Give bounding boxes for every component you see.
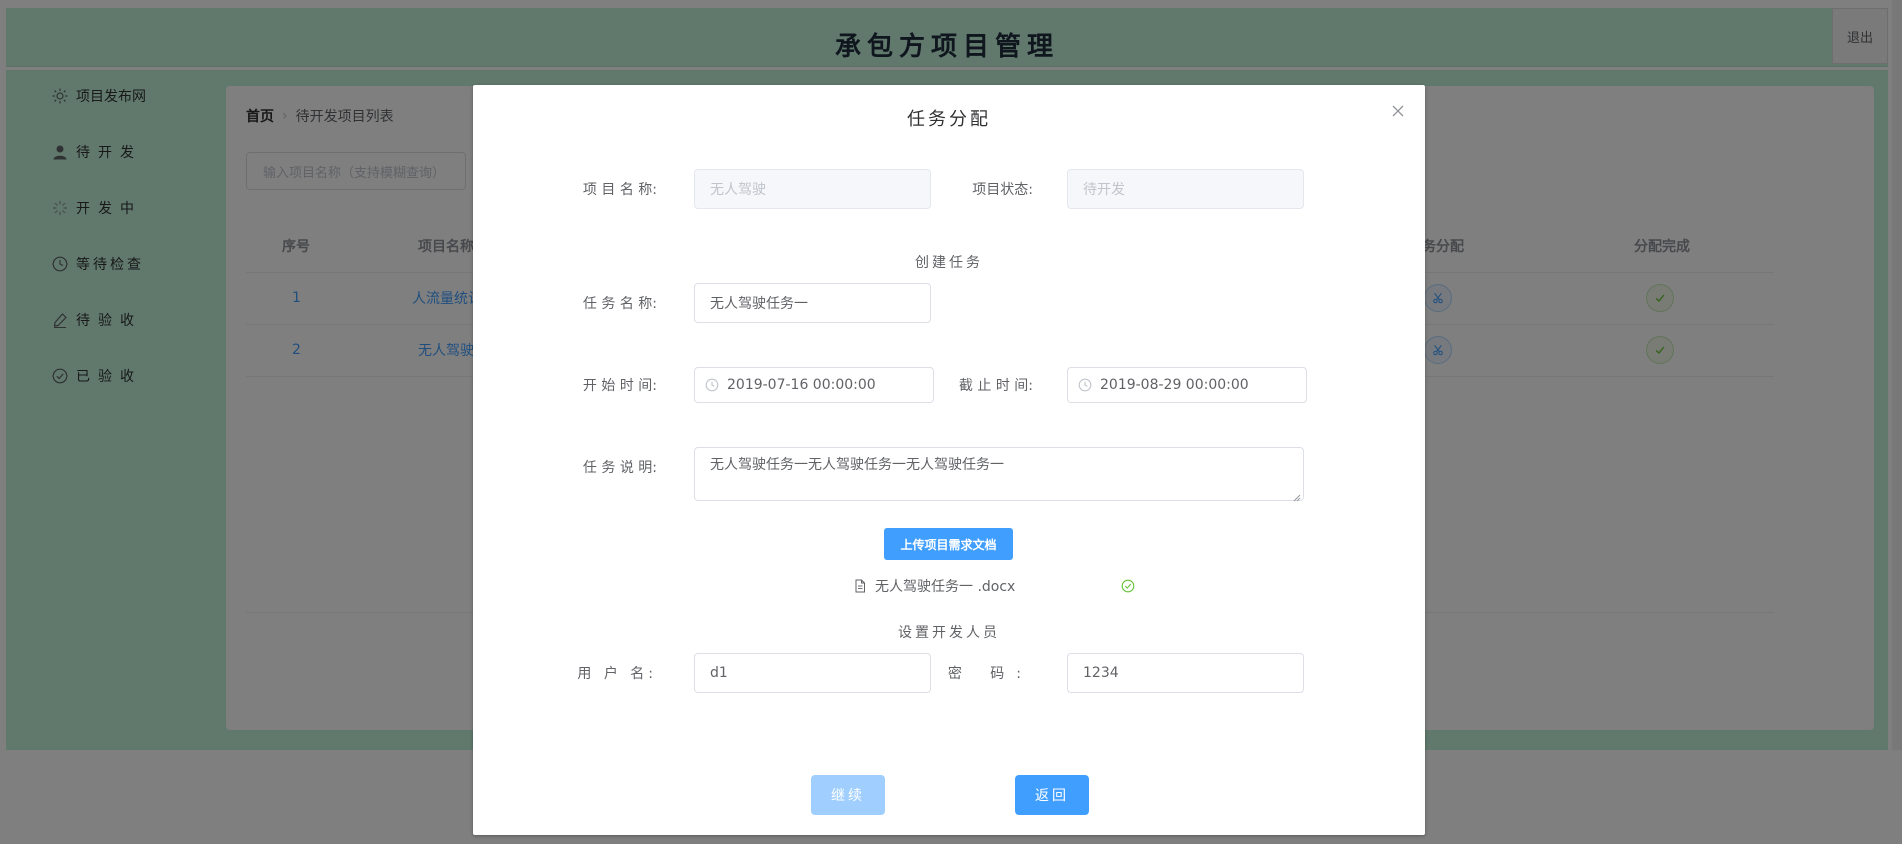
continue-button[interactable]: 继续 [811,775,885,815]
username-label: 用 户 名: [577,666,657,682]
developer-title: 设置开发人员 [898,625,1000,641]
project-status-field: 待开发 [1067,169,1304,209]
task-name-input[interactable]: 无人驾驶任务一 [694,283,931,323]
clock-icon [705,378,719,392]
start-time-label: 开 始 时 间: [582,378,657,394]
file-name: 无人驾驶任务一 .docx [875,579,1016,595]
create-task-title: 创建任务 [915,255,983,271]
task-desc-value: 无人驾驶任务一无人驾驶任务一无人驾驶任务一 [710,457,1004,473]
task-assign-dialog: 任务分配 项 目 名 称: 无人驾驶 项目状态: 待开发 创建任务 任 务 名 … [473,85,1425,835]
password-label: 密 码: [947,666,1033,682]
project-name-field: 无人驾驶 [694,169,931,209]
task-name-label: 任 务 名 称: [582,296,657,312]
task-desc-textarea[interactable]: 无人驾驶任务一无人驾驶任务一无人驾驶任务一 [694,447,1304,502]
uploaded-file[interactable]: 无人驾驶任务一 .docx [853,575,1143,597]
project-status-label: 项目状态: [972,182,1033,198]
upload-doc-button[interactable]: 上传项目需求文档 [884,528,1013,560]
resize-grip-icon[interactable] [1293,490,1301,502]
document-icon [853,579,867,593]
close-icon[interactable] [1391,103,1409,121]
start-time-picker[interactable]: 2019-07-16 00:00:00 [694,367,934,403]
clock-icon [1078,378,1092,392]
check-circle-icon [1121,579,1135,593]
task-desc-label: 任 务 说 明: [582,460,657,476]
end-time-label: 截 止 时 间: [958,378,1033,394]
start-time-value: 2019-07-16 00:00:00 [727,377,876,393]
project-name-label: 项 目 名 称: [582,182,657,198]
end-time-picker[interactable]: 2019-08-29 00:00:00 [1067,367,1307,403]
back-button[interactable]: 返回 [1015,775,1089,815]
username-input[interactable]: d1 [694,653,931,693]
password-input[interactable]: 1234 [1067,653,1304,693]
end-time-value: 2019-08-29 00:00:00 [1100,377,1249,393]
dialog-title: 任务分配 [907,109,991,130]
